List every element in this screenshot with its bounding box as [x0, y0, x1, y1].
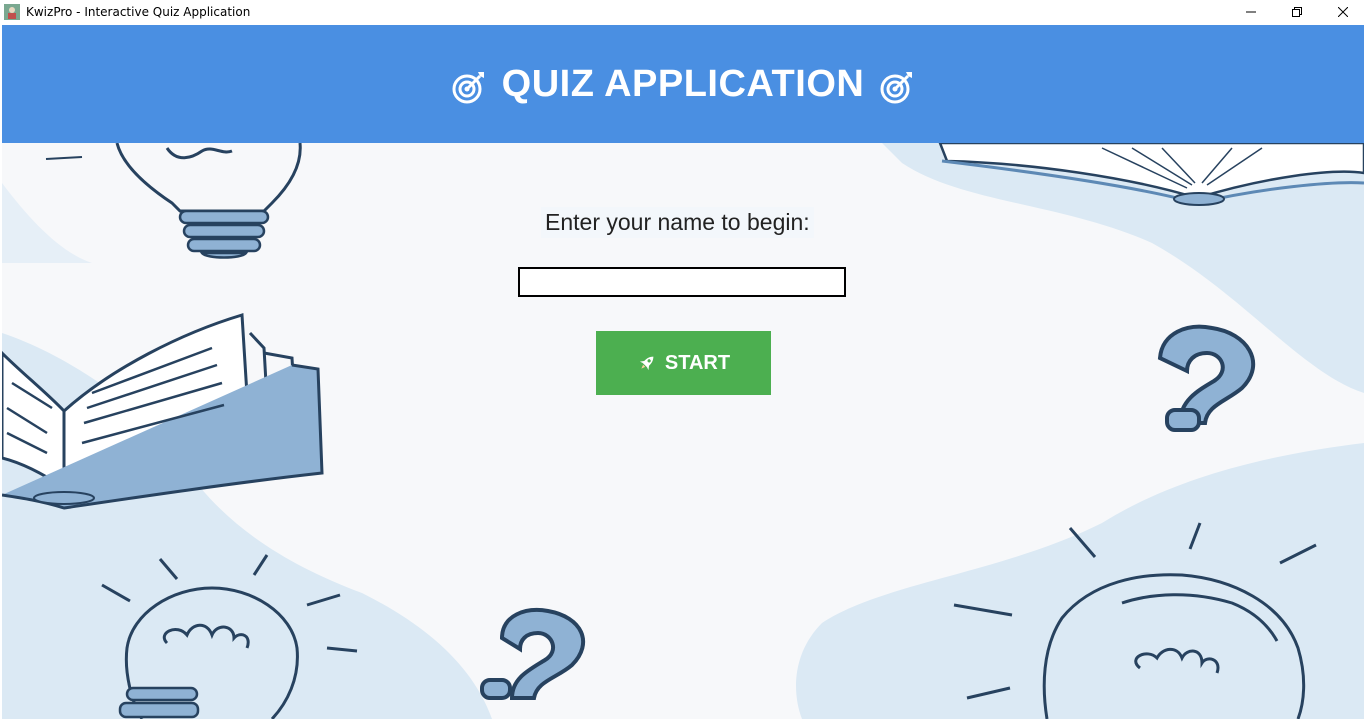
- app-icon: [4, 4, 20, 20]
- restore-icon: [1292, 7, 1302, 17]
- title-bar: KwizPro - Interactive Quiz Application: [0, 0, 1366, 24]
- minimize-icon: [1246, 11, 1256, 13]
- restore-button[interactable]: [1274, 0, 1320, 24]
- window-title: KwizPro - Interactive Quiz Application: [26, 5, 251, 19]
- name-prompt-label: Enter your name to begin:: [541, 207, 814, 238]
- app-header: QUIZ APPLICATION: [2, 25, 1364, 143]
- rocket-icon: [637, 353, 657, 373]
- direct-hit-dart-icon: [880, 70, 914, 104]
- window-controls: [1228, 0, 1366, 24]
- name-input[interactable]: [518, 267, 846, 297]
- start-button[interactable]: START: [596, 331, 771, 395]
- start-button-label: START: [664, 351, 731, 374]
- close-button[interactable]: [1320, 0, 1366, 24]
- main-content: Enter your name to begin: START: [2, 143, 1364, 719]
- minimize-button[interactable]: [1228, 0, 1274, 24]
- close-icon: [1338, 7, 1348, 17]
- app-window: KwizPro - Interactive Quiz Application Q…: [0, 0, 1366, 719]
- page-title: QUIZ APPLICATION: [501, 62, 865, 105]
- direct-hit-dart-icon: [452, 70, 486, 104]
